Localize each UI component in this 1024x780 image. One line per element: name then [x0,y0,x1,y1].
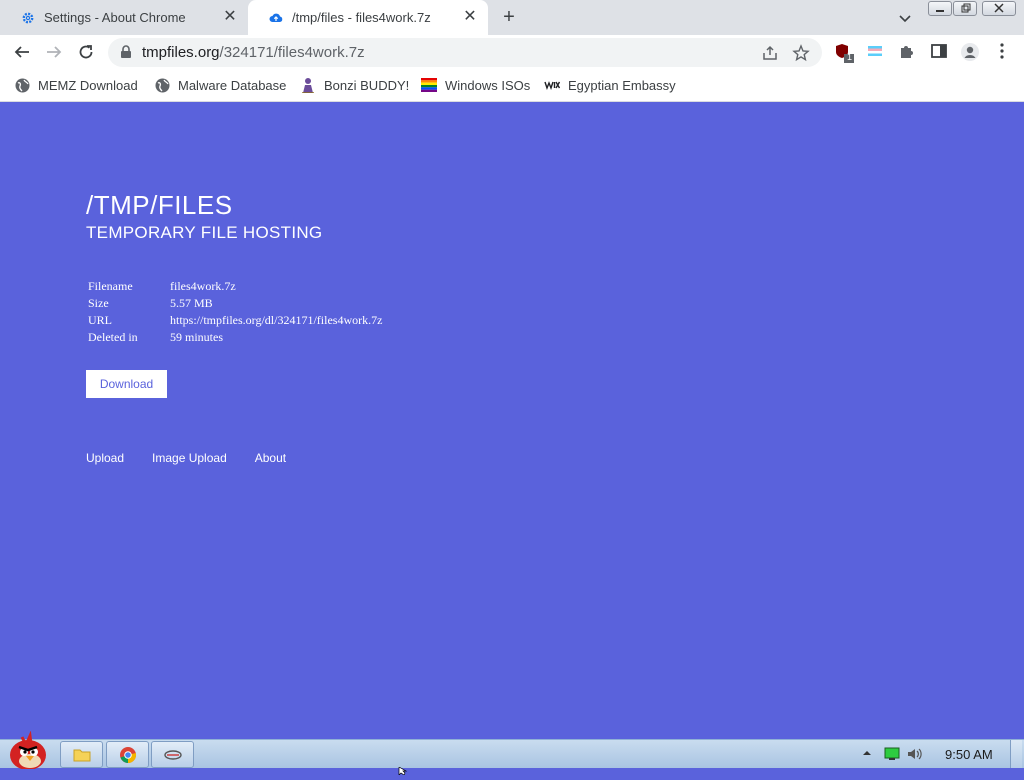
flag-extension-icon[interactable] [866,42,886,62]
side-panel-icon[interactable] [930,42,950,62]
info-key: Deleted in [88,330,138,344]
tab-title: Settings - About Chrome [44,10,186,25]
table-row: Filename files4work.7z [88,278,382,295]
bookmark-label: Malware Database [178,77,287,93]
tab-title: /tmp/files - files4work.7z [292,10,431,25]
globe-icon [14,77,30,93]
taskbar: 9:50 AM [0,730,1024,776]
network-icon[interactable] [884,747,900,764]
extension-badge: 1 [847,52,853,62]
info-key: Filename [88,279,133,293]
reload-icon [79,45,93,59]
image-upload-link[interactable]: Image Upload [152,451,227,465]
bonzi-icon [300,77,316,93]
puzzle-icon[interactable] [898,42,918,62]
volume-icon[interactable] [906,747,924,764]
close-icon[interactable]: ✕ [462,9,478,25]
angry-bird-icon [10,730,46,770]
info-value: files4work.7z [170,279,236,293]
table-row: Size 5.57 MB [88,295,382,312]
arrow-right-icon [47,46,62,58]
folder-icon [73,749,90,761]
taskbar-chrome-button[interactable] [106,741,149,768]
page-title: /TMP/FILES [86,190,233,220]
bookmark-label: Bonzi BUDDY! [324,77,410,93]
bookmark-egyptian-embassy[interactable]: Egyptian Embassy [544,77,676,93]
bookmark-label: Egyptian Embassy [568,77,676,93]
kebab-menu-icon[interactable] [995,42,1015,62]
page-subtitle: TEMPORARY FILE HOSTING [86,223,323,242]
browser-toolbar: tmpfiles.org/324171/files4work.7z 1 [0,35,1024,69]
info-value: 59 minutes [170,330,223,344]
close-window-button[interactable] [982,1,1016,16]
lock-icon[interactable] [120,45,132,64]
table-row: URL https://tmpfiles.org/dl/324171/files4… [88,312,382,329]
url-path: /324171/files4work.7z [219,44,365,61]
bonzi-app-icon [163,749,182,760]
wix-icon [544,77,560,93]
gear-icon [20,10,36,26]
ublock-icon[interactable]: 1 [834,42,854,63]
close-icon[interactable]: ✕ [222,9,238,25]
start-button[interactable] [4,730,50,770]
profile-avatar-icon[interactable] [960,42,980,62]
restore-button[interactable] [953,1,977,16]
about-link[interactable]: About [255,451,286,465]
cloud-upload-icon [268,10,284,26]
share-icon[interactable] [761,44,779,62]
chevron-down-icon[interactable] [896,9,914,27]
show-desktop-button[interactable] [1010,740,1022,768]
bookmark-malware-database[interactable]: Malware Database [154,77,286,93]
tab-strip: Settings - About Chrome ✕ /tmp/files - f… [0,0,1024,35]
clock[interactable]: 9:50 AM [945,747,993,762]
bookmark-windows-isos[interactable]: Windows ISOs [421,77,530,93]
bookmarks-bar: MEMZ Download Malware Database Bonzi BUD… [0,69,1024,102]
globe-icon [154,77,170,93]
taskbar-app-button[interactable] [151,741,194,768]
taskbar-explorer-button[interactable] [60,741,103,768]
tab-tmpfiles[interactable]: /tmp/files - files4work.7z ✕ [248,0,488,35]
file-info-table: Filename files4work.7z Size 5.57 MB URL htt… [88,278,382,346]
bookmark-bonzi-buddy[interactable]: Bonzi BUDDY! [300,77,409,93]
reload-button[interactable] [74,40,98,64]
page-content: /TMP/FILES TEMPORARY FILE HOSTING Filena… [0,103,1024,739]
bookmark-memz[interactable]: MEMZ Download [14,77,138,93]
address-bar[interactable]: tmpfiles.org/324171/files4work.7z [108,38,822,67]
tab-settings[interactable]: Settings - About Chrome ✕ [0,0,248,35]
bookmark-label: Windows ISOs [445,77,531,93]
new-tab-button[interactable]: + [498,6,520,28]
tray-expand-icon[interactable] [862,747,872,761]
back-button[interactable] [10,40,34,64]
mouse-cursor-icon [398,762,408,780]
info-value[interactable]: https://tmpfiles.org/dl/324171/files4wor… [170,312,382,329]
chrome-icon [119,746,136,763]
rainbow-flag-icon [421,77,437,93]
info-key: URL [88,313,112,327]
arrow-left-icon [14,46,29,58]
info-value: 5.57 MB [170,296,213,310]
footer-links: Upload Image Upload About [86,451,314,465]
forward-button[interactable] [42,40,66,64]
download-button[interactable]: Download [86,370,167,398]
url-host: tmpfiles.org [142,44,220,61]
minimize-button[interactable] [928,1,952,16]
info-key: Size [88,296,109,310]
url-text[interactable]: tmpfiles.org/324171/files4work.7z [142,44,365,61]
table-row: Deleted in 59 minutes [88,329,382,346]
star-icon[interactable] [792,44,810,62]
upload-link[interactable]: Upload [86,451,124,465]
bookmark-label: MEMZ Download [38,77,138,93]
